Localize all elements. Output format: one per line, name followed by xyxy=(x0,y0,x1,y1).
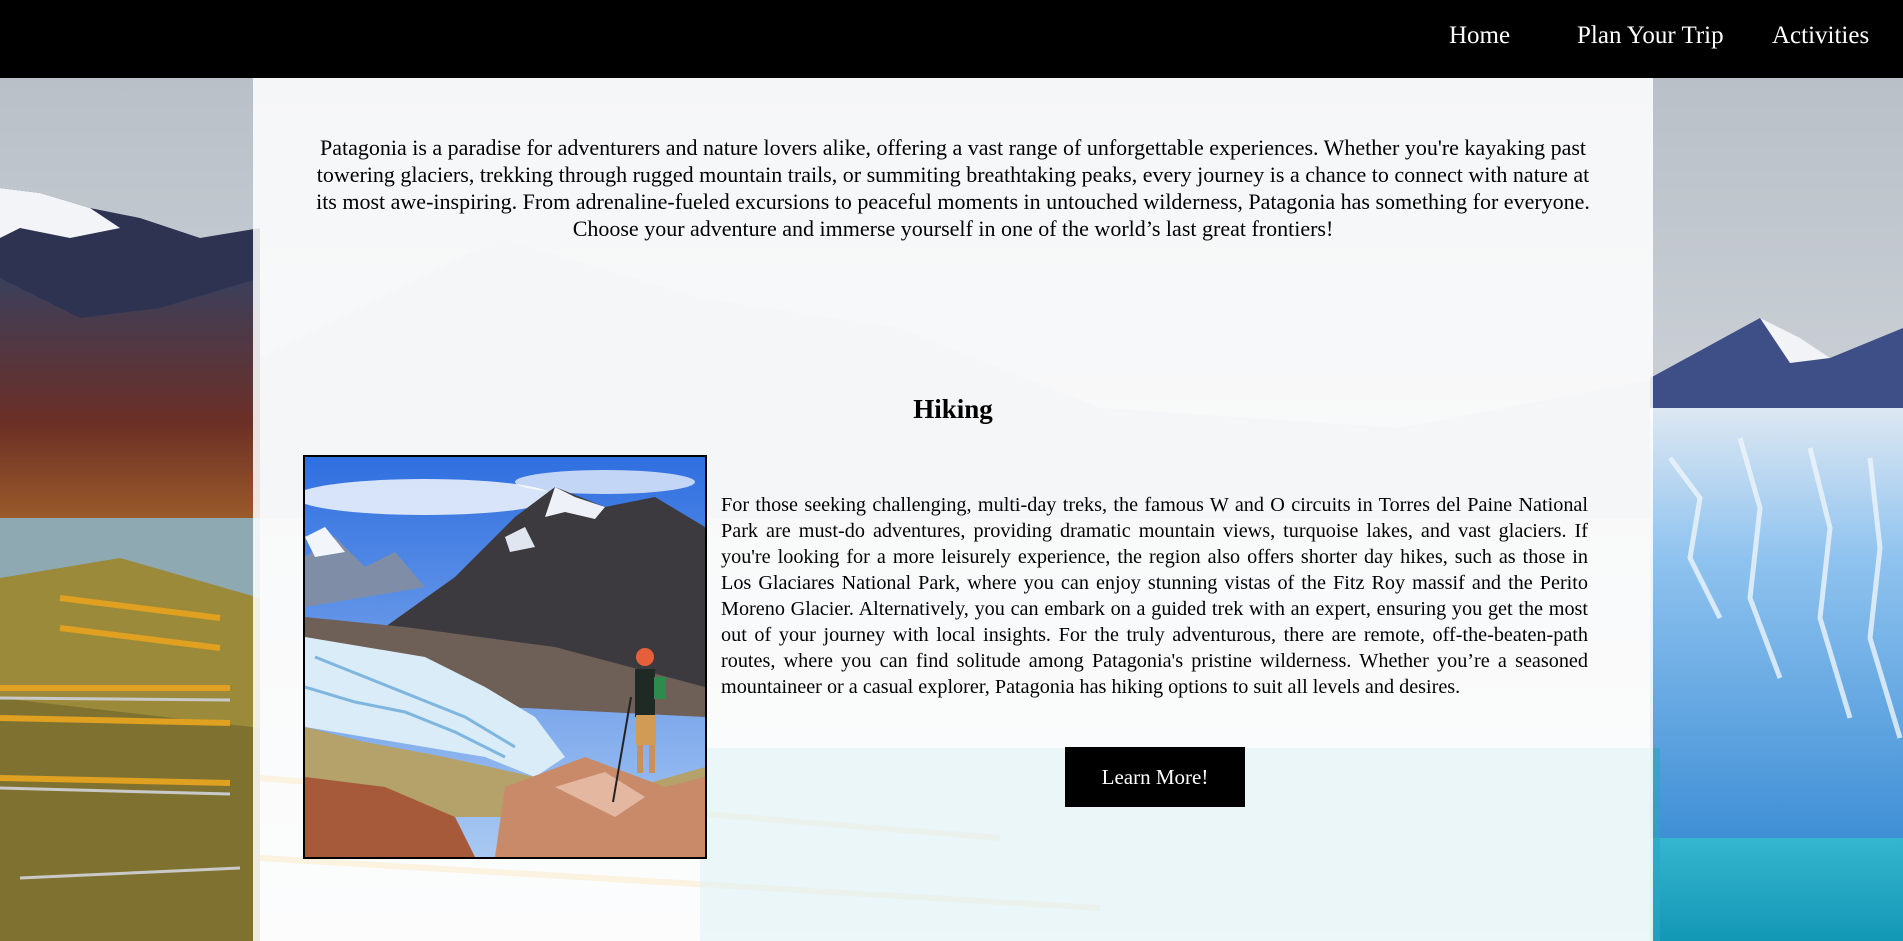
content-panel: Patagonia is a paradise for adventurers … xyxy=(253,78,1653,941)
intro-paragraph: Patagonia is a paradise for adventurers … xyxy=(316,135,1590,241)
hiking-photo xyxy=(303,455,707,859)
hiking-description: For those seeking challenging, multi-day… xyxy=(721,494,1588,698)
hiking-title: Hiking xyxy=(913,394,993,424)
learn-more-button[interactable]: Learn More! xyxy=(1065,747,1245,807)
nav-home-link[interactable]: Home xyxy=(1449,22,1510,50)
top-nav: Home Plan Your Trip Activities xyxy=(0,0,1903,78)
nav-activities-link[interactable]: Activities xyxy=(1772,22,1869,50)
nav-plan-your-trip-link[interactable]: Plan Your Trip xyxy=(1577,22,1724,50)
